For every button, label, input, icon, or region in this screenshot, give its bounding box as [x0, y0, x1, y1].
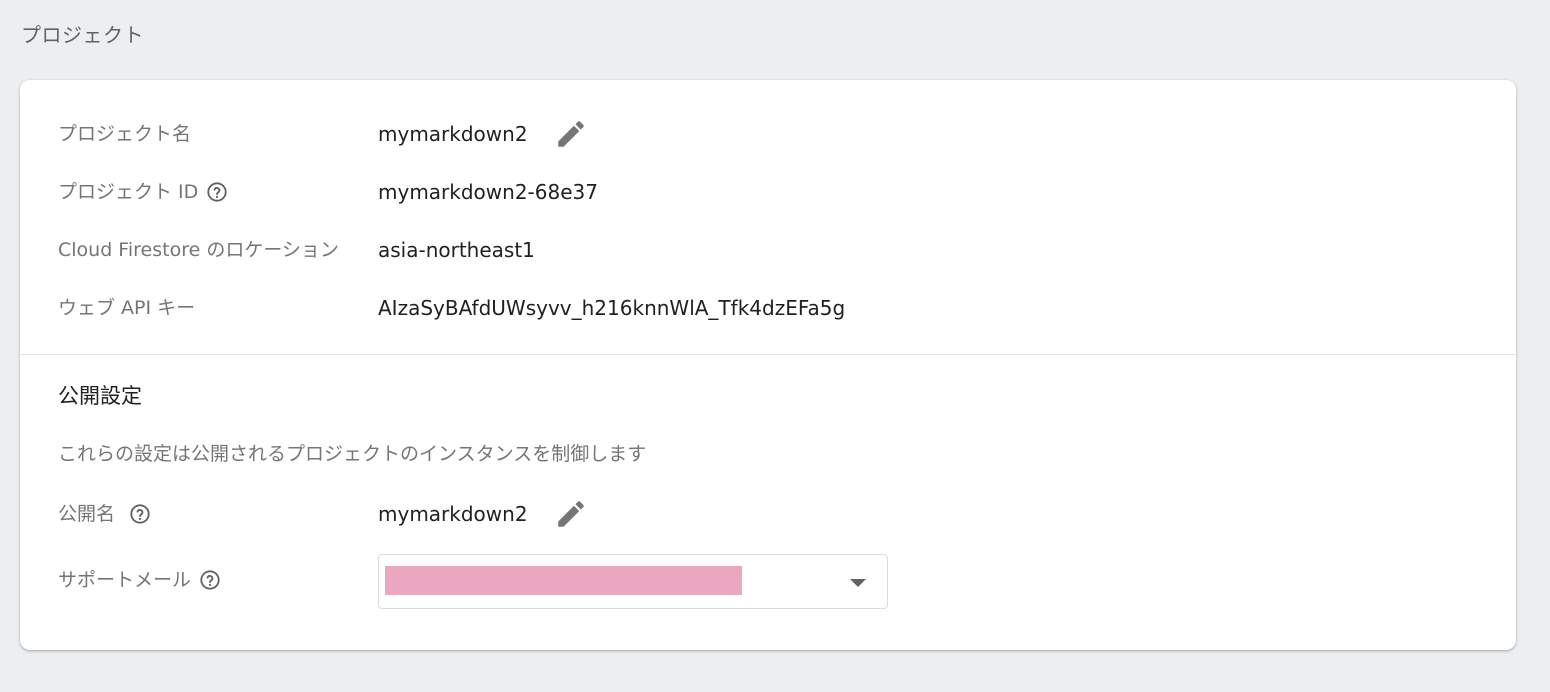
arrow-drop-down-icon — [849, 574, 867, 592]
pencil-icon — [557, 501, 584, 527]
web-api-key-row: ウェブ API キー AIzaSyBAfdUWsyvv_h216knnWlA_T… — [20, 288, 1516, 328]
public-name-label: 公開名 — [58, 494, 151, 534]
divider — [20, 354, 1516, 355]
project-id-value: mymarkdown2-68e37 — [378, 180, 598, 204]
public-name-label-text: 公開名 — [58, 503, 116, 525]
project-name-label: プロジェクト名 — [58, 114, 191, 154]
project-id-label-text: プロジェクト ID — [58, 181, 199, 203]
firestore-location-row: Cloud Firestore のロケーション asia-northeast1 — [20, 230, 1516, 270]
web-api-key-label-text: ウェブ API キー — [58, 297, 196, 319]
web-api-key-value: AIzaSyBAfdUWsyvv_h216knnWlA_Tfk4dzEFa5g — [378, 296, 846, 320]
firestore-location-label-text: Cloud Firestore のロケーション — [58, 239, 339, 261]
help-icon[interactable] — [206, 181, 228, 203]
redacted-email — [385, 566, 742, 595]
help-icon[interactable] — [199, 569, 221, 591]
web-api-key-value-wrap: AIzaSyBAfdUWsyvv_h216knnWlA_Tfk4dzEFa5g — [378, 288, 845, 328]
public-name-row: 公開名 mymarkdown2 — [20, 494, 1516, 534]
help-icon[interactable] — [129, 503, 151, 525]
project-id-value-wrap: mymarkdown2-68e37 — [378, 172, 598, 212]
section-heading: プロジェクト — [21, 23, 144, 47]
edit-project-name-button[interactable] — [554, 117, 588, 151]
project-id-row: プロジェクト ID mymarkdown2-68e37 — [20, 172, 1516, 212]
project-settings-card: プロジェクト名 mymarkdown2 プロジェクト ID mymarkdown… — [20, 80, 1516, 650]
firestore-location-label: Cloud Firestore のロケーション — [58, 230, 339, 270]
web-api-key-label: ウェブ API キー — [58, 288, 195, 328]
public-settings-description: これらの設定は公開されるプロジェクトのインスタンスを制御します — [58, 443, 647, 465]
project-id-label: プロジェクト ID — [58, 172, 228, 212]
support-email-label: サポートメール — [58, 560, 221, 600]
public-settings-title: 公開設定 — [58, 384, 142, 408]
project-name-label-text: プロジェクト名 — [58, 123, 192, 145]
public-name-value: mymarkdown2 — [378, 502, 528, 526]
edit-public-name-button[interactable] — [554, 497, 588, 531]
firestore-location-value-wrap: asia-northeast1 — [378, 230, 535, 270]
support-email-select[interactable] — [378, 554, 888, 609]
project-name-value-wrap: mymarkdown2 — [378, 114, 588, 154]
project-name-row: プロジェクト名 mymarkdown2 — [20, 114, 1516, 154]
public-name-value-wrap: mymarkdown2 — [378, 494, 588, 534]
support-email-label-text: サポートメール — [58, 569, 192, 591]
firestore-location-value: asia-northeast1 — [378, 238, 535, 262]
pencil-icon — [557, 121, 584, 147]
project-name-value: mymarkdown2 — [378, 122, 528, 146]
